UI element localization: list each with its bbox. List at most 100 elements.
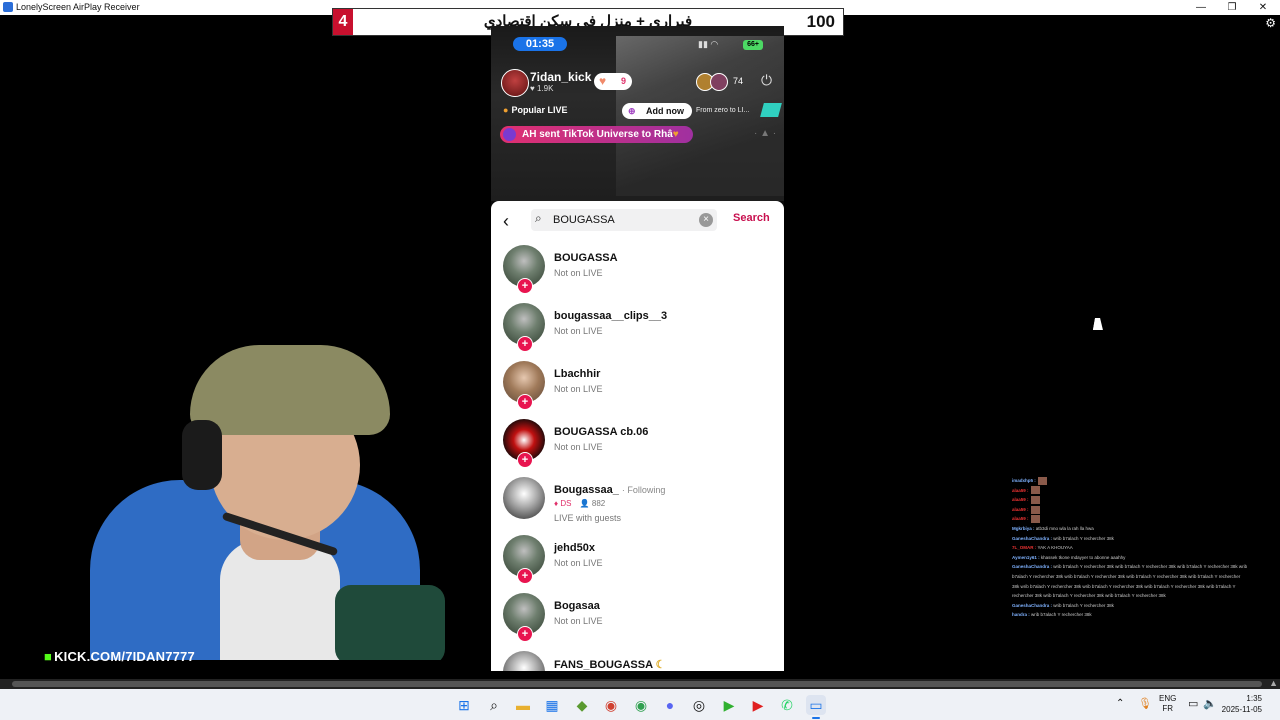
viewer-avatar[interactable] (710, 73, 728, 91)
banner-left-number: 4 (333, 9, 353, 35)
obs-icon[interactable]: ◎ (689, 695, 709, 715)
result-status: Not on LIVE (554, 558, 603, 568)
microphone-icon[interactable]: 🎙 (1138, 697, 1152, 710)
volume-icon[interactable]: 🔈 (1203, 697, 1217, 710)
chevron-up-icon[interactable]: ▲ (1269, 678, 1278, 688)
from-zero-goal[interactable]: From zero to LI... (696, 103, 782, 119)
follow-plus-icon[interactable]: + (517, 452, 533, 468)
minecraft-icon[interactable]: ◆ (572, 695, 592, 715)
chat-line: alaa59 : (1012, 514, 1280, 524)
discord-icon[interactable]: ● (660, 695, 680, 715)
chat-user: Mgkrbiya : (1012, 525, 1035, 531)
chevron-up-icon[interactable]: ⌃ (1116, 698, 1124, 709)
chat-user: Aymen1y61 : (1012, 554, 1040, 560)
result-name: FANS_BOUGASSA ☾ (554, 658, 666, 671)
lonelyscreen-app-icon[interactable]: ▭ (806, 695, 826, 719)
list-item[interactable]: + BOUGASSA cb.06 Not on LIVE (491, 415, 784, 473)
headphone-icon (182, 420, 222, 490)
chat-user: alaa59 : (1012, 487, 1029, 493)
close-button[interactable]: ✕ (1248, 0, 1278, 15)
list-item[interactable]: FANS_BOUGASSA ☾ (491, 647, 784, 671)
follow-plus-icon[interactable]: + (517, 336, 533, 352)
result-status: LIVE with guests (554, 513, 622, 523)
chrome-profile-icon[interactable]: ◉ (631, 695, 651, 715)
add-circle-icon: ⊕ (628, 106, 636, 116)
chat-overlay: imadxhp5 : alaa59 : alaa59 : alaa59 : al… (1012, 476, 1280, 620)
minimize-button[interactable]: — (1186, 0, 1216, 15)
chat-message: wrib b7alach Y rechercher 38k wrib b7ala… (1053, 564, 1248, 570)
chat-message: wrib b7alach Y rechercher 38k (1053, 602, 1114, 608)
follow-plus-icon[interactable]: + (517, 568, 533, 584)
chat-user: imadxhp5 : (1012, 478, 1036, 483)
result-name: jehd50x (554, 542, 595, 554)
result-status: Not on LIVE (554, 442, 603, 452)
language-indicator[interactable]: ENG FR (1159, 694, 1176, 714)
emote-icon (1030, 486, 1040, 495)
chat-user: GaneshaChandra : (1012, 564, 1053, 570)
horizontal-scrollbar[interactable]: ▲ (0, 678, 1280, 689)
battery-icon: 66+ (743, 40, 763, 50)
list-item[interactable]: Bougassaa_ · Following ♦ DS 👤 882 LIVE w… (491, 473, 784, 531)
chat-line: GaneshaChandra : wrib b7alach Y recherch… (1012, 562, 1280, 572)
list-item[interactable]: + Lbachhir Not on LIVE (491, 357, 784, 415)
store-icon[interactable]: ▦ (542, 695, 562, 715)
kick-app-icon[interactable]: ▶ (719, 695, 739, 715)
windows-start-icon[interactable]: ⊞ (454, 695, 474, 715)
chat-line: handra : wrib b7alach Y rechercher 38k (1012, 610, 1280, 620)
popular-live-label[interactable]: ● Popular LIVE (503, 105, 567, 115)
chat-line: rechercher 38k wrib b7alach Y rechercher… (1012, 591, 1280, 601)
viewer-count[interactable]: 74 (733, 76, 743, 86)
taskbar: ⊞ ⌕ ▬ ▦ ◆ ◉ ◉ ● ◎ ▶ ▶ ✆ ▭ ⌃ 🎙 ENG FR ▭ 🔈… (0, 689, 1280, 720)
from-zero-label: From zero to LI... (696, 107, 750, 114)
back-arrow-icon[interactable]: ‹ (503, 211, 509, 232)
chrome-icon[interactable]: ◉ (601, 695, 621, 715)
gear-icon[interactable]: ⚙ (1265, 16, 1276, 30)
webcam-phone (335, 585, 445, 660)
youtube-icon[interactable]: ▶ (748, 695, 768, 715)
scrollbar-thumb[interactable] (12, 681, 1262, 687)
emote-icon (1030, 515, 1040, 524)
list-item[interactable]: + Bogasaa Not on LIVE (491, 589, 784, 647)
kick-logo-icon: ■ (44, 649, 53, 664)
list-item[interactable]: + bougassaa__clips__3 Not on LIVE (491, 299, 784, 357)
search-button[interactable]: Search (733, 212, 770, 224)
avatar[interactable] (503, 477, 545, 519)
gift-chip[interactable]: ♥ 9 (594, 73, 632, 90)
status-time: 01:35 (513, 37, 567, 51)
follow-plus-icon[interactable]: + (517, 626, 533, 642)
webcam-feed (70, 330, 450, 660)
clock-time: 1:35 (1246, 694, 1262, 703)
list-item[interactable]: + BOUGASSA Not on LIVE (491, 241, 784, 299)
chat-line: GaneshaChandra : wrib b7alach Y recherch… (1012, 534, 1280, 544)
restore-button[interactable]: ❐ (1217, 0, 1247, 15)
clear-icon[interactable]: × (699, 213, 713, 227)
list-item[interactable]: + jehd50x Not on LIVE (491, 531, 784, 589)
banner-right-number: 100 (806, 12, 835, 31)
search-input[interactable] (553, 209, 693, 231)
webcam-hat (190, 345, 390, 435)
power-icon[interactable]: ⏻ (761, 72, 772, 89)
avatar[interactable] (503, 651, 545, 671)
chat-message: YAK A KHOUYAA (1037, 545, 1073, 551)
result-status: Not on LIVE (554, 384, 603, 394)
follow-plus-icon[interactable]: + (517, 278, 533, 294)
file-explorer-icon[interactable]: ▬ (513, 695, 533, 715)
system-clock[interactable]: 1:35 2025-11-05 (1222, 693, 1262, 715)
follow-plus-icon[interactable]: + (517, 394, 533, 410)
network-icon[interactable]: ▭ (1188, 697, 1198, 710)
chat-line: Mgkrbiya : atb3di mno wla la rah lla hwa (1012, 524, 1280, 534)
search-box[interactable]: ⌕ × (531, 209, 717, 231)
popular-live-text: Popular LIVE (511, 105, 568, 115)
clock-date: 2025-11-05 (1221, 705, 1262, 714)
search-icon[interactable]: ⌕ (484, 695, 504, 715)
chat-line: Aymen1y61 : khassek tkone mdayyer to abo… (1012, 553, 1280, 563)
chat-line: alaa59 : (1012, 505, 1280, 515)
chat-user: alaa59 : (1012, 516, 1029, 522)
chat-line: imadxhp5 : (1012, 476, 1280, 486)
whatsapp-icon[interactable]: ✆ (777, 695, 797, 715)
chat-line: alaa59 : (1012, 486, 1280, 496)
host-avatar[interactable] (501, 69, 529, 97)
add-now-button[interactable]: ⊕ Add now (622, 103, 692, 119)
host-name[interactable]: 7idan_kick (530, 70, 591, 84)
result-name: BOUGASSA (554, 252, 618, 264)
